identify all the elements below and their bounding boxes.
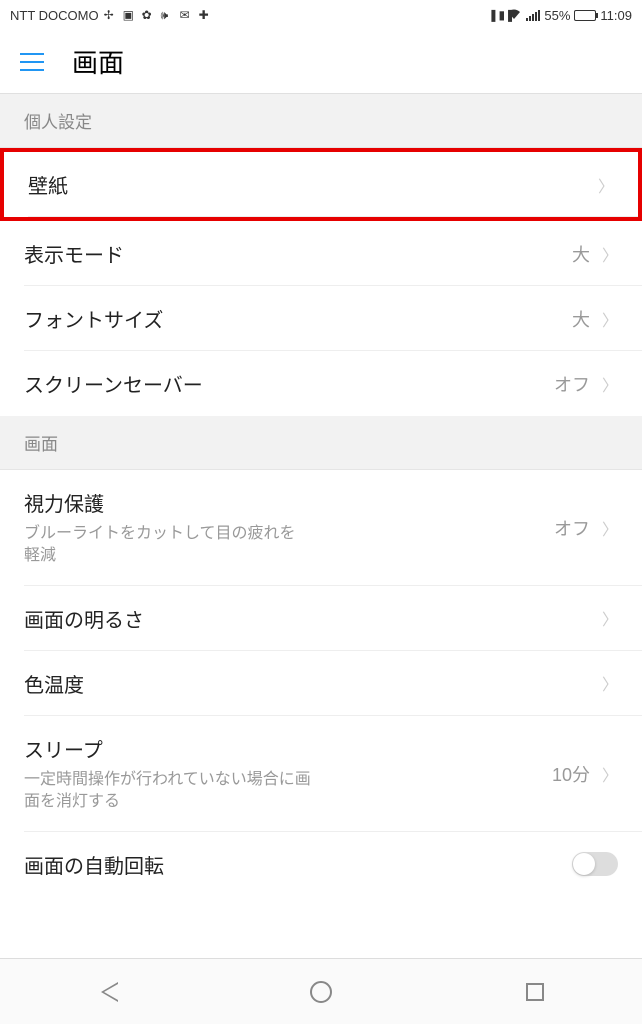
carrier-label: NTT DOCOMO	[10, 8, 99, 23]
setting-label: 画面の自動回転	[24, 850, 572, 879]
setting-screensaver[interactable]: スクリーンセーバー オフ 〉	[0, 351, 642, 416]
setting-label: スリープ	[24, 734, 552, 763]
battery-icon	[574, 10, 596, 21]
chevron-right-icon: 〉	[602, 606, 618, 630]
status-left: NTT DOCOMO ✢ ▣ ✿ 🕪 ✉ ✚	[10, 8, 213, 23]
setting-wallpaper[interactable]: 壁紙 〉	[0, 148, 642, 221]
setting-value: オフ	[554, 515, 590, 541]
section-header-personal: 個人設定	[0, 94, 642, 148]
page-title: 画面	[72, 43, 124, 80]
sync-icon: ✢	[104, 8, 118, 22]
chevron-right-icon: 〉	[602, 307, 618, 331]
chevron-right-icon: 〉	[602, 516, 618, 540]
section-header-display: 画面	[0, 416, 642, 470]
mail-icon: ✉	[180, 8, 194, 22]
wifi-icon	[506, 8, 522, 23]
toggle-knob	[573, 853, 595, 875]
chevron-right-icon: 〉	[602, 242, 618, 266]
setting-color-temp[interactable]: 色温度 〉	[0, 651, 642, 716]
toggle-switch[interactable]	[572, 852, 618, 876]
sound-icon: 🕪	[161, 8, 175, 22]
setting-value: 大	[572, 306, 590, 332]
back-icon	[99, 982, 116, 1002]
chevron-right-icon: 〉	[598, 173, 614, 197]
nav-recent-button[interactable]	[505, 962, 565, 1022]
setting-value: オフ	[554, 371, 590, 397]
setting-label: 壁紙	[28, 170, 598, 199]
setting-auto-rotate[interactable]: 画面の自動回転	[0, 832, 642, 897]
setting-brightness[interactable]: 画面の明るさ 〉	[0, 586, 642, 651]
setting-label: 画面の明るさ	[24, 604, 602, 633]
setting-label: 表示モード	[24, 239, 572, 268]
battery-pct: 55%	[544, 8, 570, 23]
plus-icon: ✚	[199, 8, 213, 22]
setting-eye-comfort[interactable]: 視力保護 ブルーライトをカットして目の疲れを軽減 オフ 〉	[0, 470, 642, 586]
calendar-icon: ▣	[123, 8, 137, 22]
status-bar: NTT DOCOMO ✢ ▣ ✿ 🕪 ✉ ✚ ❚▮❚ 55% 11:09	[0, 0, 642, 30]
setting-label: フォントサイズ	[24, 304, 572, 333]
vibrate-icon: ❚▮❚	[488, 8, 502, 22]
setting-value: 10分	[552, 761, 590, 787]
setting-font-size[interactable]: フォントサイズ 大 〉	[0, 286, 642, 351]
signal-icon	[526, 9, 540, 21]
fan-icon: ✿	[142, 8, 156, 22]
navigation-bar	[0, 958, 642, 1024]
app-header: 画面	[0, 30, 642, 94]
setting-desc: ブルーライトをカットして目の疲れを軽減	[24, 523, 304, 568]
setting-display-mode[interactable]: 表示モード 大 〉	[0, 221, 642, 286]
chevron-right-icon: 〉	[602, 671, 618, 695]
menu-button[interactable]	[20, 53, 44, 71]
status-right: ❚▮❚ 55% 11:09	[488, 8, 632, 23]
nav-home-button[interactable]	[291, 962, 351, 1022]
recent-icon	[526, 983, 544, 1001]
setting-label: 視力保護	[24, 488, 554, 517]
setting-desc: 一定時間操作が行われていない場合に画面を消灯する	[24, 769, 314, 814]
setting-label: 色温度	[24, 669, 602, 698]
home-icon	[310, 981, 332, 1003]
chevron-right-icon: 〉	[602, 372, 618, 396]
setting-sleep[interactable]: スリープ 一定時間操作が行われていない場合に画面を消灯する 10分 〉	[0, 716, 642, 832]
chevron-right-icon: 〉	[602, 762, 618, 786]
setting-value: 大	[572, 241, 590, 267]
clock: 11:09	[600, 8, 632, 23]
nav-back-button[interactable]	[77, 962, 137, 1022]
setting-label: スクリーンセーバー	[24, 369, 554, 398]
